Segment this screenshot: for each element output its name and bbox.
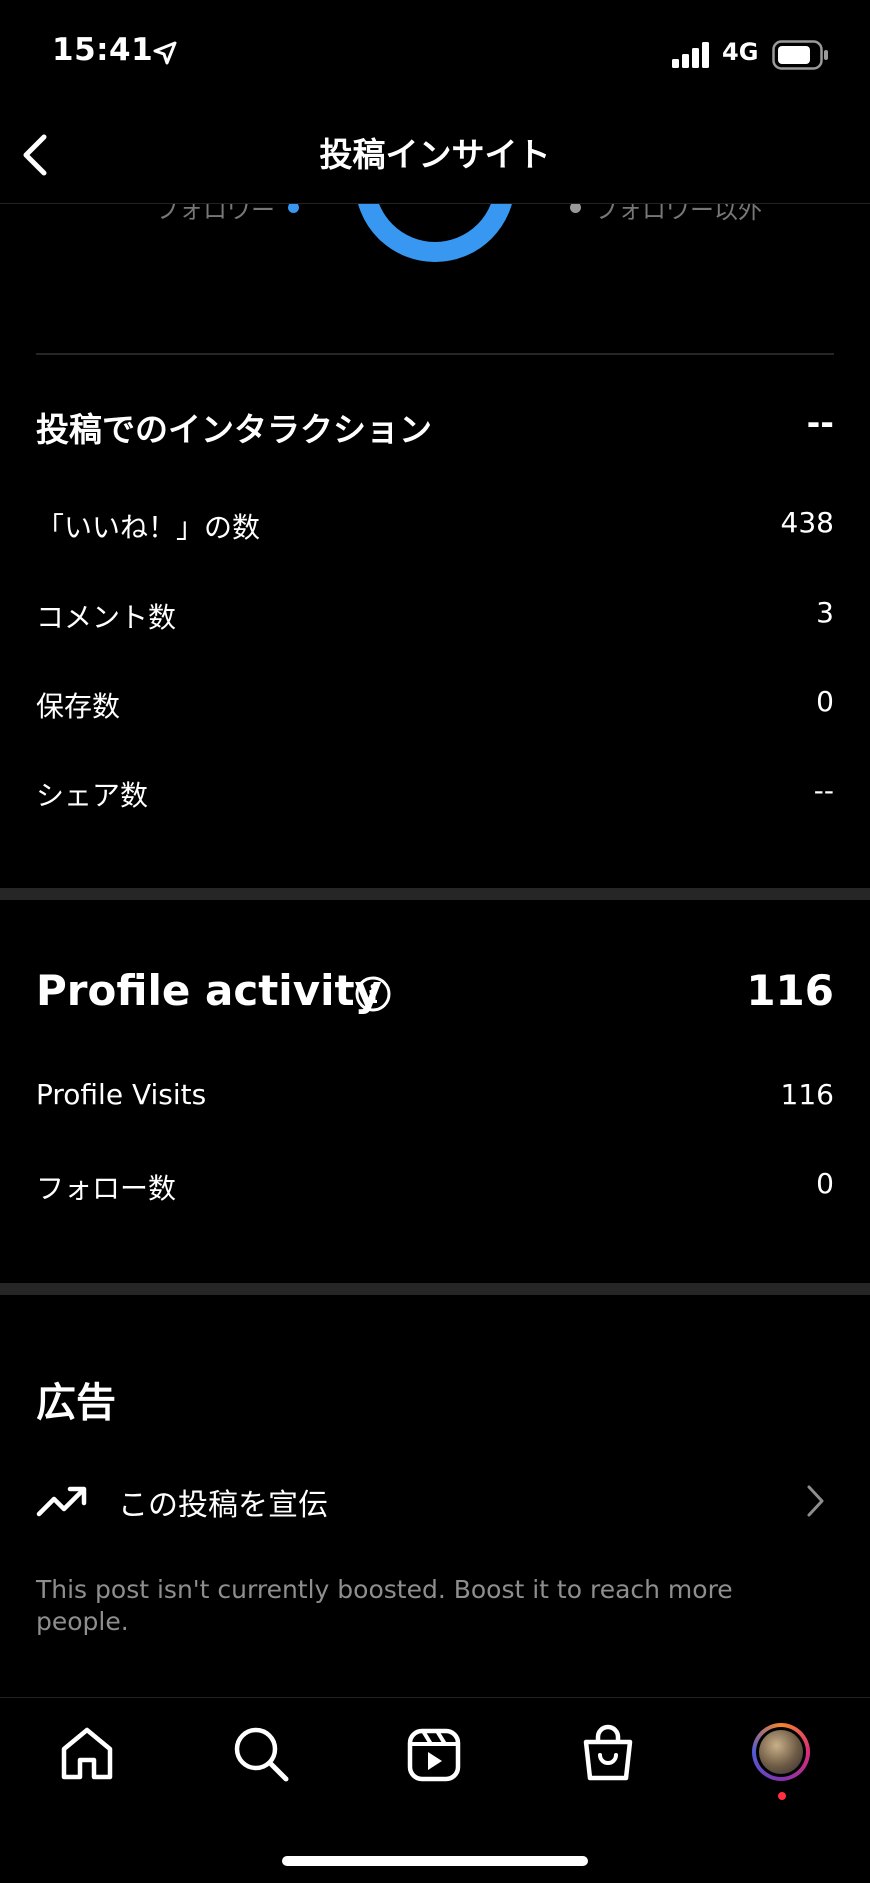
saves-value: 0 xyxy=(816,685,834,718)
trending-up-icon xyxy=(36,1486,87,1517)
promote-post-label: この投稿を宣伝 xyxy=(118,1488,328,1523)
followers-legend-dot xyxy=(288,204,299,213)
interactions-title: 投稿でのインタラクション xyxy=(36,410,432,449)
donut-label-non-followers: フォロワー以外 xyxy=(594,204,762,224)
donut-label-followers: フォロワー xyxy=(155,204,275,224)
boost-note: This post isn't currently boosted. Boost… xyxy=(36,1575,733,1636)
search-icon[interactable] xyxy=(231,1724,291,1784)
shares-value: -- xyxy=(813,774,834,807)
section-divider xyxy=(36,353,834,355)
info-icon[interactable] xyxy=(354,975,392,1013)
section-separator xyxy=(0,1283,870,1295)
promote-post-row[interactable]: この投稿を宣伝 xyxy=(0,1460,870,1540)
likes-value: 438 xyxy=(780,506,834,539)
shop-icon[interactable] xyxy=(580,1723,636,1783)
profile-activity-total: 116 xyxy=(746,966,834,1015)
location-arrow-icon xyxy=(153,41,177,65)
audience-donut-chart xyxy=(358,204,512,262)
notification-dot xyxy=(778,1792,786,1800)
follows-label: フォロー数 xyxy=(36,1172,177,1205)
home-indicator xyxy=(282,1856,588,1866)
signal-icon xyxy=(672,42,709,68)
tab-bar-divider xyxy=(0,1697,870,1698)
profile-activity-title: Profile activity xyxy=(36,966,382,1015)
profile-visits-label: Profile Visits xyxy=(36,1078,207,1111)
page-title: 投稿インサイト xyxy=(319,135,551,174)
section-separator xyxy=(0,888,870,900)
battery-icon xyxy=(772,40,828,70)
network-type: 4G xyxy=(722,38,759,66)
interactions-total: -- xyxy=(806,403,834,442)
ads-title: 広告 xyxy=(36,1380,116,1426)
non-followers-legend-dot xyxy=(570,204,581,213)
chevron-right-icon xyxy=(807,1485,824,1517)
comments-label: コメント数 xyxy=(36,601,177,634)
status-time: 15:41 xyxy=(52,32,154,68)
saves-label: 保存数 xyxy=(36,690,121,723)
profile-visits-value: 116 xyxy=(780,1078,834,1111)
home-icon[interactable] xyxy=(58,1725,116,1783)
follows-value: 0 xyxy=(816,1167,834,1200)
shares-label: シェア数 xyxy=(36,779,149,812)
likes-label: 「いいね！」の数 xyxy=(36,511,261,544)
comments-value: 3 xyxy=(816,596,834,629)
reels-icon[interactable] xyxy=(406,1727,462,1783)
profile-avatar-tab[interactable] xyxy=(752,1723,810,1781)
avatar xyxy=(759,1730,803,1774)
audience-donut-area: フォロワー フォロワー以外 xyxy=(0,204,870,274)
